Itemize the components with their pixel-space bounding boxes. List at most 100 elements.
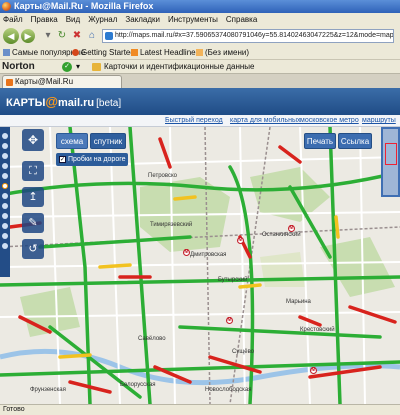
- pan-control-icon[interactable]: ✥: [22, 129, 44, 151]
- draw-icon[interactable]: ✎: [22, 213, 44, 233]
- forward-icon[interactable]: ▶: [21, 29, 35, 43]
- link-quick-jump[interactable]: Быстрый переход: [165, 115, 223, 127]
- bookmark-label: Getting Started: [81, 48, 135, 57]
- norton-toolbar: Norton ✓ ▾ Карточки и идентификационные …: [0, 60, 400, 74]
- firefox-icon: [2, 2, 11, 11]
- zoom-level-current[interactable]: [2, 183, 8, 189]
- bookmark-icon: [3, 49, 10, 56]
- map-label: Савёлово: [138, 336, 166, 342]
- card-icon: [92, 63, 101, 71]
- park-area: [260, 252, 305, 287]
- zoom-level-dot[interactable]: [2, 193, 8, 199]
- bookmark-label: (Без имени): [205, 48, 250, 57]
- zoom-level-dot[interactable]: [2, 173, 8, 179]
- map-label: Сущёво: [232, 349, 255, 355]
- site-favicon: [105, 32, 113, 40]
- rss-icon: [131, 49, 138, 56]
- map-canvas[interactable]: Петровско Савёлово Тимирязевский Дмитров…: [0, 127, 400, 404]
- reload-icon[interactable]: ↻: [56, 30, 68, 42]
- map-schema-button[interactable]: схема: [56, 133, 88, 149]
- link-button[interactable]: Ссылка: [338, 133, 372, 149]
- print-button[interactable]: Печать: [304, 133, 336, 149]
- ruler-icon[interactable]: ↥: [22, 187, 44, 207]
- logo-beta: [beta]: [96, 98, 122, 109]
- link-metro[interactable]: московское метро: [300, 115, 359, 127]
- logo-at: @: [45, 94, 59, 109]
- zoom-level-dot[interactable]: [2, 233, 8, 239]
- park-area: [20, 287, 80, 337]
- zoom-level-dot[interactable]: [2, 153, 8, 159]
- overview-minimap[interactable]: [381, 127, 400, 197]
- zoom-level-dot[interactable]: [2, 213, 8, 219]
- zoom-level-dot[interactable]: [2, 223, 8, 229]
- traffic-toggle[interactable]: ✓ Пробки на дороге: [56, 153, 128, 166]
- logo-suffix: mail.ru: [58, 97, 95, 109]
- dropdown-arrow-icon[interactable]: ▾: [76, 60, 80, 74]
- back-icon[interactable]: ◀: [3, 28, 19, 44]
- stop-icon[interactable]: ✖: [71, 30, 83, 42]
- map-graphic: [0, 127, 400, 404]
- traffic-label: Пробки на дороге: [68, 156, 126, 163]
- map-label: Новослободская: [205, 387, 252, 393]
- norton-check-icon[interactable]: ✓: [62, 62, 72, 72]
- metro-station-icon: М: [226, 317, 233, 324]
- metro-station-icon: М: [288, 225, 295, 232]
- home-icon[interactable]: ⌂: [86, 30, 98, 42]
- tab-favicon: [6, 79, 13, 86]
- bookmark-getting-started[interactable]: Getting Started: [72, 46, 135, 60]
- bookmark-icon: [72, 49, 79, 56]
- overview-viewport[interactable]: [385, 143, 397, 165]
- norton-cards-button[interactable]: Карточки и идентификационные данные: [104, 60, 255, 74]
- menu-tools[interactable]: Инструменты: [164, 13, 222, 26]
- logo-prefix: КАРТЫ: [6, 97, 46, 109]
- link-mobile-map[interactable]: карта для мобильных: [230, 115, 300, 127]
- status-text: Готово: [3, 406, 25, 413]
- map-label: Дмитровская: [190, 252, 227, 258]
- map-label: Фрунзенская: [30, 387, 66, 393]
- zoom-level-dot[interactable]: [2, 143, 8, 149]
- map-label: Тимирязевский: [150, 222, 193, 228]
- zoom-level-dot[interactable]: [2, 203, 8, 209]
- bookmark-latest-headlines[interactable]: Latest Headlines: [131, 46, 200, 60]
- park-area: [320, 237, 395, 297]
- metro-station-icon: М: [310, 367, 317, 374]
- bookmark-unnamed[interactable]: (Без имени): [196, 46, 249, 60]
- navigation-toolbar: ◀ ▶ ▾ ↻ ✖ ⌂ http://maps.mail.ru/#x=37.59…: [0, 26, 400, 46]
- url-text: http://maps.mail.ru/#x=37.59065374080791…: [115, 32, 394, 39]
- zoom-level-dot[interactable]: [2, 163, 8, 169]
- menu-view[interactable]: Вид: [62, 13, 84, 26]
- metro-station-icon: М: [183, 249, 190, 256]
- tab-strip: Карты@Mail.Ru: [0, 74, 400, 88]
- bookmark-label: Latest Headlines: [140, 48, 200, 57]
- tab-title: Карты@Mail.Ru: [15, 77, 74, 86]
- site-logo[interactable]: КАРТЫ@mail.ru [beta]: [6, 94, 121, 109]
- dropdown-arrow-icon[interactable]: ▾: [42, 30, 54, 42]
- map-satellite-button[interactable]: спутник: [90, 133, 126, 149]
- address-bar[interactable]: http://maps.mail.ru/#x=37.59065374080791…: [102, 29, 394, 43]
- menu-bookmarks[interactable]: Закладки: [121, 13, 164, 26]
- menu-bar: Файл Правка Вид Журнал Закладки Инструменты Сп…: [0, 13, 400, 26]
- traffic-checkbox[interactable]: ✓: [59, 156, 66, 163]
- link-routes[interactable]: маршруты: [362, 115, 396, 127]
- status-bar: Готово: [0, 404, 400, 415]
- menu-file[interactable]: Файл: [0, 13, 27, 26]
- zoom-level-dot[interactable]: [2, 133, 8, 139]
- map-label: Белорусская: [120, 382, 156, 388]
- norton-logo: Norton: [2, 61, 35, 72]
- map-label: Останкинский: [262, 232, 301, 238]
- map-label: Марьина: [286, 299, 311, 305]
- site-links-bar: Быстрый переход карта для мобильных моск…: [0, 115, 400, 127]
- bookmarks-toolbar: Самые популярные Getting Started Latest …: [0, 46, 400, 60]
- site-header: КАРТЫ@mail.ru [beta]: [0, 88, 400, 115]
- menu-help[interactable]: Справка: [222, 13, 261, 26]
- window-title-bar: Карты@Mail.Ru - Mozilla Firefox: [0, 0, 400, 13]
- zoom-area-icon[interactable]: ⛶: [22, 161, 44, 181]
- zoom-level-dot[interactable]: [2, 243, 8, 249]
- menu-edit[interactable]: Правка: [27, 13, 62, 26]
- zoom-slider[interactable]: [0, 127, 10, 277]
- tab-maps[interactable]: Карты@Mail.Ru: [2, 75, 122, 88]
- map-label: Крестовский: [300, 327, 335, 333]
- menu-history[interactable]: Журнал: [84, 13, 121, 26]
- metro-station-icon: М: [237, 237, 244, 244]
- route-icon[interactable]: ↺: [22, 239, 44, 259]
